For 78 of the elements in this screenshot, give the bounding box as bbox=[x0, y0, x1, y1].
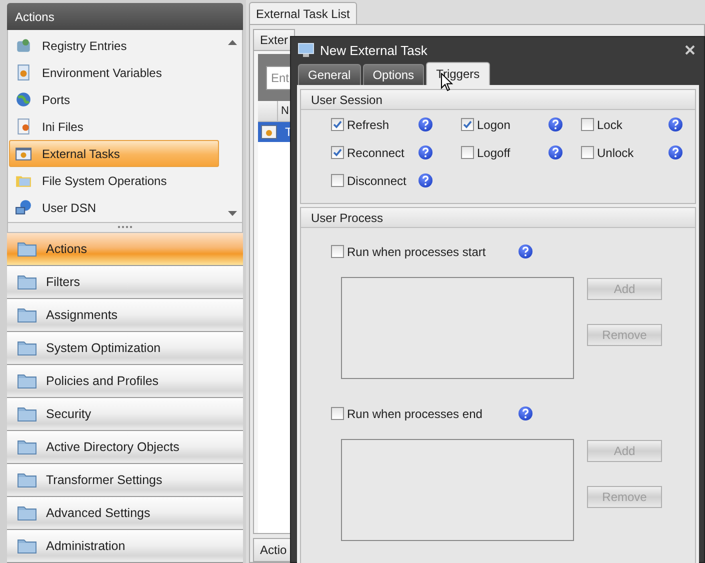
sidebar-item[interactable]: Ini Files bbox=[9, 113, 219, 140]
checkbox[interactable] bbox=[331, 245, 344, 258]
splitter-grip[interactable] bbox=[118, 226, 132, 229]
nav-button[interactable]: Policies and Profiles bbox=[7, 365, 243, 398]
sidebar-item[interactable]: External Tasks bbox=[9, 140, 219, 167]
folder-icon bbox=[17, 538, 37, 554]
checkbox[interactable] bbox=[461, 146, 474, 159]
checkbox-label[interactable]: Lock bbox=[597, 118, 622, 132]
checkbox[interactable] bbox=[331, 174, 344, 187]
checkbox-label[interactable]: Refresh bbox=[347, 118, 390, 132]
nav-button[interactable]: Active Directory Objects bbox=[7, 431, 243, 464]
help-icon[interactable] bbox=[418, 145, 433, 160]
checkbox-label[interactable]: Reconnect bbox=[347, 146, 404, 160]
group-header: User Process bbox=[301, 208, 695, 228]
nav-button[interactable]: Transformer Settings bbox=[7, 464, 243, 497]
network-icon bbox=[15, 199, 32, 216]
process-list[interactable] bbox=[341, 277, 574, 379]
checkbox[interactable] bbox=[331, 118, 344, 131]
checkbox-label[interactable]: Run when processes end bbox=[347, 406, 482, 420]
sidebar-item[interactable]: Registry Entries bbox=[9, 32, 219, 59]
folder-icon bbox=[17, 340, 37, 356]
file-icon bbox=[15, 118, 32, 135]
window-icon bbox=[15, 145, 32, 162]
checkbox-label[interactable]: Disconnect bbox=[347, 174, 406, 188]
nav-button[interactable]: Advanced Settings bbox=[7, 497, 243, 530]
sidebar-item[interactable]: Ports bbox=[9, 86, 219, 113]
help-icon[interactable] bbox=[548, 117, 563, 132]
help-icon[interactable] bbox=[548, 145, 563, 160]
checkbox[interactable] bbox=[581, 146, 594, 159]
help-icon[interactable] bbox=[518, 406, 533, 421]
sidebar-item[interactable]: File System Operations bbox=[9, 167, 219, 194]
sidebar-item[interactable]: Environment Variables bbox=[9, 59, 219, 86]
sidebar-item[interactable]: User DSN bbox=[9, 194, 219, 221]
nav-button[interactable]: Filters bbox=[7, 266, 243, 299]
nav-button[interactable]: Administration bbox=[7, 530, 243, 563]
document-tab[interactable]: External Task List bbox=[249, 2, 357, 24]
checkbox-label[interactable]: Logoff bbox=[477, 146, 510, 160]
folder-icon bbox=[17, 274, 37, 290]
checkbox[interactable] bbox=[581, 118, 594, 131]
inner-tab[interactable]: Exter bbox=[253, 29, 296, 50]
folder-icon bbox=[17, 241, 37, 257]
folder-icon bbox=[17, 406, 37, 422]
folder-icon bbox=[17, 505, 37, 521]
document-icon bbox=[15, 64, 32, 81]
folder-icon bbox=[17, 472, 37, 488]
checkbox-label[interactable]: Logon bbox=[477, 118, 510, 132]
dialog-tab[interactable]: Options bbox=[362, 64, 424, 85]
checkbox-label[interactable]: Run when processes start bbox=[347, 244, 486, 258]
process-list[interactable] bbox=[341, 439, 574, 541]
task-icon bbox=[261, 125, 277, 139]
help-icon[interactable] bbox=[668, 145, 683, 160]
group-header: User Session bbox=[301, 90, 695, 110]
help-icon[interactable] bbox=[418, 117, 433, 132]
folder-icon bbox=[17, 439, 37, 455]
folder-icon bbox=[17, 307, 37, 323]
checkbox-label[interactable]: Unlock bbox=[597, 146, 634, 160]
help-icon[interactable] bbox=[418, 173, 433, 188]
nav-button[interactable]: Actions bbox=[7, 233, 243, 266]
checkbox[interactable] bbox=[331, 146, 344, 159]
checkbox[interactable] bbox=[331, 407, 344, 420]
scroll-down-icon[interactable] bbox=[228, 211, 236, 216]
nav-button[interactable]: System Optimization bbox=[7, 332, 243, 365]
globe-icon bbox=[15, 91, 32, 108]
dialog-title: New External Task bbox=[320, 42, 428, 58]
registry-icon bbox=[15, 37, 32, 54]
checkbox[interactable] bbox=[461, 118, 474, 131]
panel-header: Actions bbox=[7, 3, 243, 30]
nav-button[interactable]: Assignments bbox=[7, 299, 243, 332]
help-icon[interactable] bbox=[518, 244, 533, 259]
dialog-tab[interactable]: Triggers bbox=[426, 62, 490, 85]
close-icon[interactable] bbox=[685, 45, 695, 55]
nav-button[interactable]: Security bbox=[7, 398, 243, 431]
column-header[interactable]: N bbox=[278, 101, 289, 121]
dialog-tab[interactable]: General bbox=[298, 64, 361, 85]
help-icon[interactable] bbox=[668, 117, 683, 132]
folder-icon bbox=[17, 373, 37, 389]
scroll-up-icon[interactable] bbox=[228, 40, 236, 45]
monitor-icon bbox=[298, 42, 314, 58]
